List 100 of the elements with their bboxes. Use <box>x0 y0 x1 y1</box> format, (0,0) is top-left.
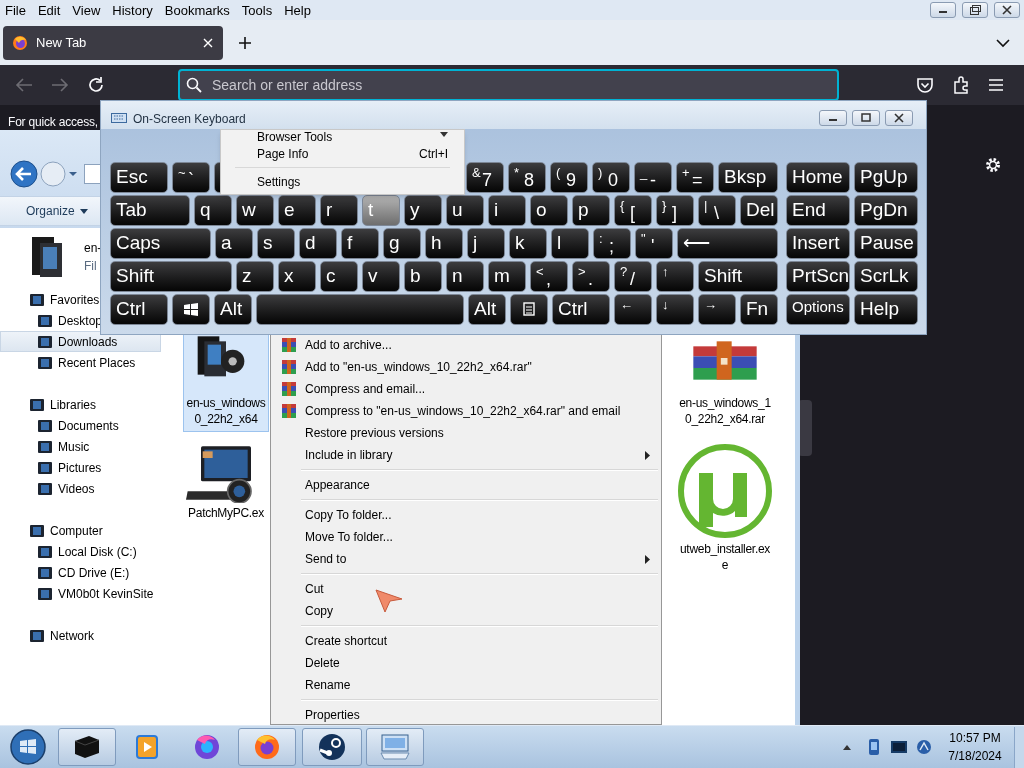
menu-item[interactable]: Compress and email... <box>273 378 658 400</box>
icon-tile[interactable]: PatchMyPC.ex <box>183 440 269 526</box>
nav-item[interactable]: Documents <box>0 415 161 436</box>
key[interactable]: w <box>236 195 274 226</box>
key[interactable]: PgUp <box>854 162 918 193</box>
key[interactable]: h <box>425 228 463 259</box>
key[interactable]: z <box>236 261 274 292</box>
device-icon[interactable] <box>866 738 882 756</box>
chevron-down-icon[interactable] <box>996 37 1010 48</box>
nav-item[interactable]: Music <box>0 436 161 457</box>
restore-button[interactable] <box>962 2 988 18</box>
key[interactable]: PrtScn <box>786 261 850 292</box>
key[interactable]: Fn <box>740 294 778 325</box>
key[interactable]: Options <box>786 294 850 325</box>
key[interactable]: ?/ <box>614 261 652 292</box>
key[interactable]: PgDn <box>854 195 918 226</box>
maximize-button[interactable] <box>852 110 880 126</box>
space-key[interactable] <box>256 294 464 325</box>
start-button[interactable] <box>8 727 48 767</box>
menu-item[interactable]: File <box>2 3 29 17</box>
icon-tile[interactable]: utweb_installer.ex e <box>675 440 775 578</box>
key[interactable]: x <box>278 261 316 292</box>
key[interactable] <box>172 294 210 325</box>
key[interactable]: n <box>446 261 484 292</box>
browser-tab[interactable]: New Tab <box>3 25 223 60</box>
key[interactable]: { [ <box>614 195 652 226</box>
nav-item[interactable]: Pictures <box>0 457 161 478</box>
key[interactable]: | \ <box>698 195 736 226</box>
key[interactable]: Help <box>854 294 918 325</box>
key[interactable]: k <box>509 228 547 259</box>
key[interactable]: p <box>572 195 610 226</box>
menu-item[interactable]: Page Info Ctrl+I <box>221 143 464 164</box>
key[interactable]: b <box>404 261 442 292</box>
pocket-icon[interactable] <box>916 76 934 94</box>
key[interactable]: j <box>467 228 505 259</box>
key[interactable]: Home <box>786 162 850 193</box>
key[interactable]: Ctrl <box>110 294 168 325</box>
key[interactable]: Ctrl <box>552 294 610 325</box>
menu-item[interactable]: Properties <box>273 704 658 724</box>
close-button[interactable] <box>885 110 913 126</box>
key[interactable]: a <box>215 228 253 259</box>
minimize-button[interactable] <box>819 110 847 126</box>
key[interactable]: Pause <box>854 228 918 259</box>
close-button[interactable] <box>994 2 1020 18</box>
menu-item[interactable]: Copy To folder... <box>273 504 658 526</box>
key[interactable]: Shift <box>698 261 778 292</box>
key[interactable]: " ' <box>635 228 673 259</box>
menu-item[interactable]: Move To folder... <box>273 526 658 548</box>
key[interactable]: e <box>278 195 316 226</box>
menu-icon[interactable] <box>988 78 1004 92</box>
menu-item[interactable]: Settings <box>221 171 464 192</box>
key[interactable]: += <box>676 162 714 193</box>
key[interactable]: Del <box>740 195 778 226</box>
forward-arrow-icon[interactable] <box>51 77 69 93</box>
taskbar-button[interactable] <box>58 728 116 766</box>
key[interactable]: Alt <box>214 294 252 325</box>
network-icon[interactable] <box>916 739 932 755</box>
menu-item[interactable]: Include in library <box>273 444 658 466</box>
menu-item[interactable]: Add to archive... <box>273 334 658 356</box>
key[interactable]: r <box>320 195 358 226</box>
key[interactable]: → <box>698 294 736 325</box>
key[interactable]: ( 9 <box>550 162 588 193</box>
menu-item[interactable]: Browser Tools <box>221 130 464 143</box>
menu-item[interactable]: Help <box>281 3 314 17</box>
key[interactable]: s <box>257 228 295 259</box>
nav-item[interactable]: Recent Places <box>0 352 161 373</box>
key[interactable]: ↑ <box>656 261 694 292</box>
menu-item[interactable]: Edit <box>34 3 64 17</box>
menu-item[interactable]: Send to <box>273 548 658 570</box>
address-field[interactable]: Search or enter address <box>178 69 839 101</box>
key[interactable]: u <box>446 195 484 226</box>
minimize-button[interactable] <box>930 2 956 18</box>
menu-item[interactable]: Rename <box>273 674 658 696</box>
nav-item[interactable]: Downloads <box>0 331 161 352</box>
key[interactable]: y <box>404 195 442 226</box>
chevron-up-icon[interactable] <box>842 743 852 751</box>
menu-item[interactable]: View <box>69 3 104 17</box>
taskbar-button[interactable] <box>302 728 362 766</box>
key[interactable]: v <box>362 261 400 292</box>
key[interactable]: g <box>383 228 421 259</box>
nav-item[interactable]: Videos <box>0 478 161 499</box>
reload-icon[interactable] <box>87 76 105 94</box>
settings-icon[interactable] <box>984 156 1002 174</box>
key[interactable]: _- <box>634 162 672 193</box>
key[interactable]: Esc <box>110 162 168 193</box>
key[interactable]: Insert <box>786 228 850 259</box>
nav-item[interactable]: Libraries <box>0 394 161 415</box>
key[interactable]: Bksp <box>718 162 778 193</box>
nav-item[interactable]: Computer <box>0 520 161 541</box>
menu-item[interactable]: Tools <box>238 3 276 17</box>
menu-item[interactable]: Cut <box>273 578 658 600</box>
key[interactable] <box>510 294 548 325</box>
menu-item[interactable]: Compress to "en-us_windows_10_22h2_x64.rar" and email <box>273 400 658 422</box>
key[interactable]: c <box>320 261 358 292</box>
menu-item[interactable]: Create shortcut <box>273 630 658 652</box>
key[interactable]: End <box>786 195 850 226</box>
back-button-icon[interactable] <box>10 160 38 188</box>
monitor-icon[interactable] <box>890 740 908 754</box>
key[interactable]: d <box>299 228 337 259</box>
key[interactable]: } ] <box>656 195 694 226</box>
